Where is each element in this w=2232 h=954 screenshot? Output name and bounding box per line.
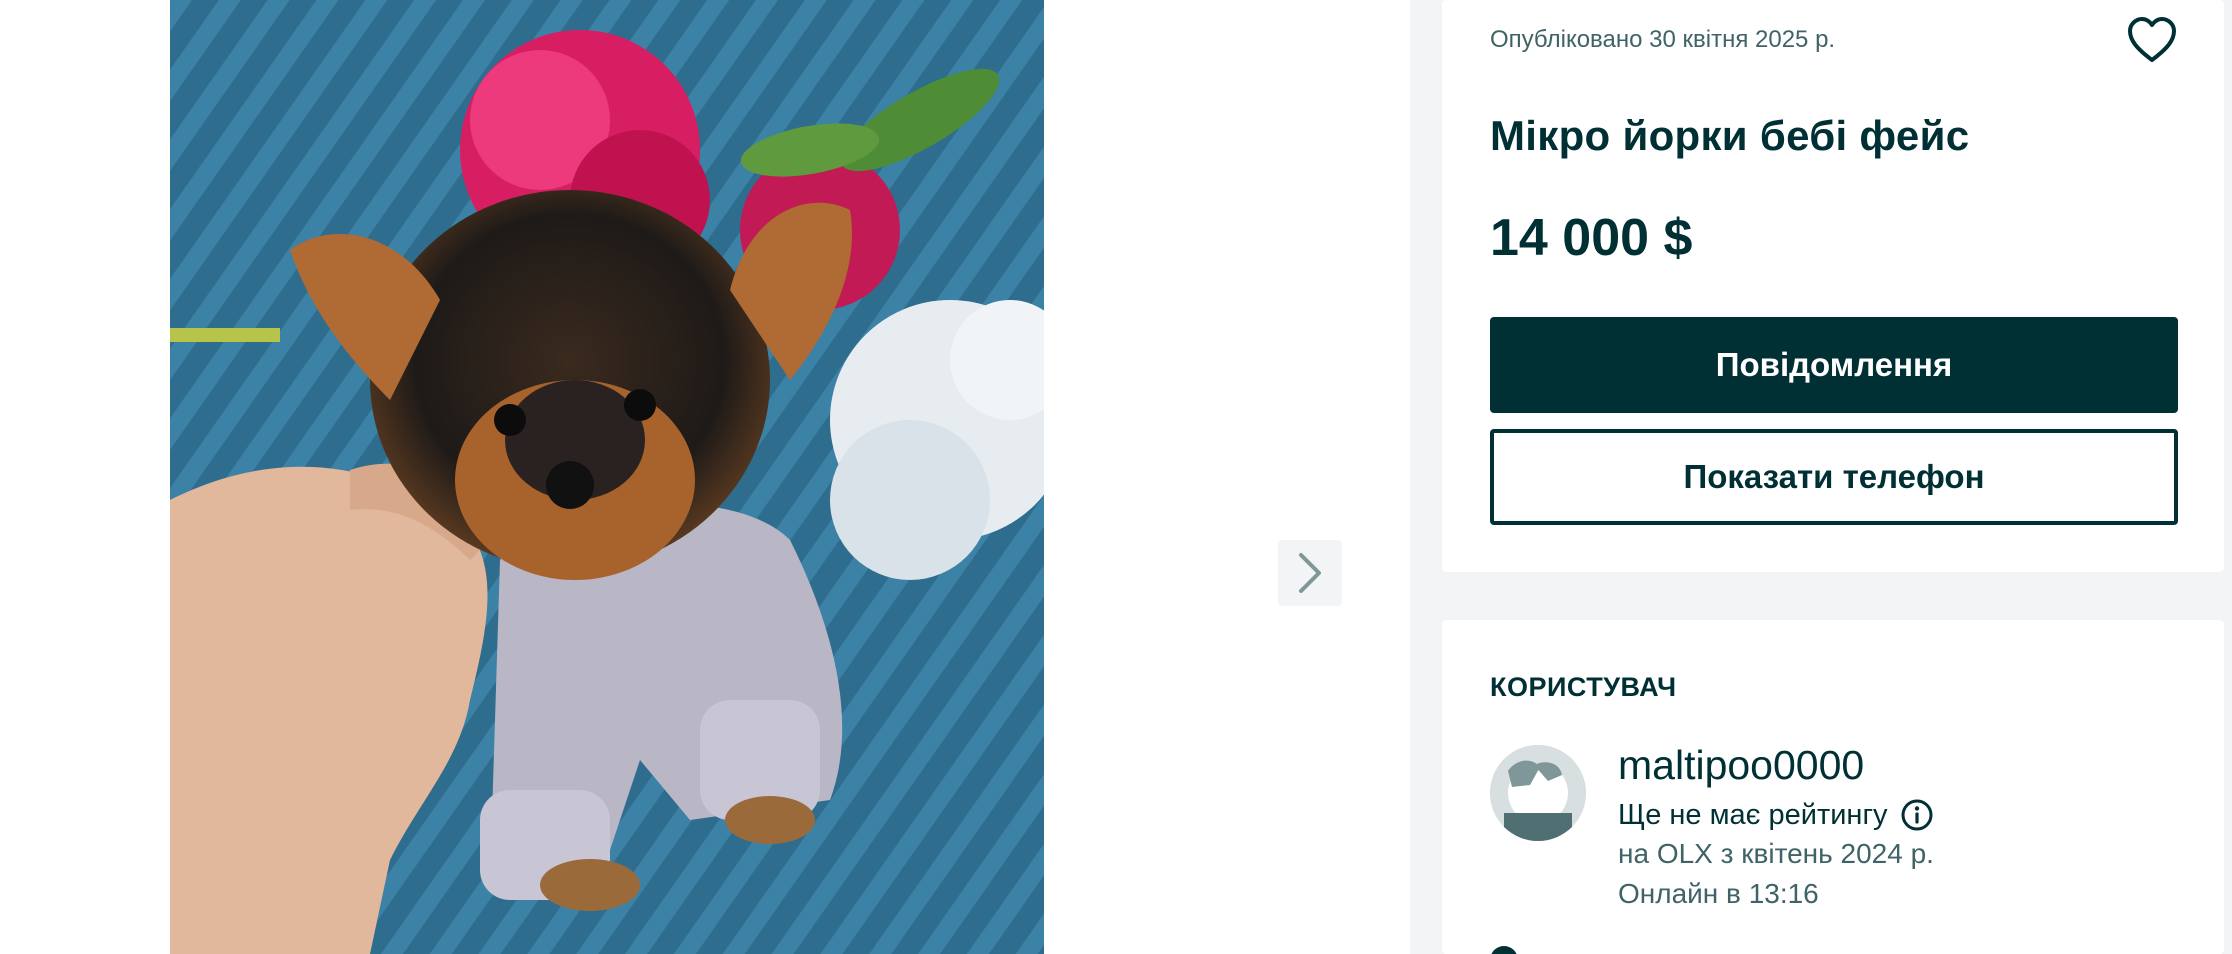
- location-pin-icon: [1490, 946, 1518, 954]
- gallery-next-button[interactable]: [1278, 540, 1342, 606]
- posted-date: Опубліковано 30 квітня 2025 р.: [1490, 26, 1836, 53]
- last-online: Онлайн в 13:16: [1618, 878, 1819, 909]
- show-phone-button[interactable]: Показати телефон: [1490, 429, 2178, 525]
- user-card: КОРИСТУВАЧ maltipoo0000 Ще не має рейтин…: [1442, 620, 2224, 954]
- listing-price: 14 000 $: [1490, 209, 1693, 267]
- rating-text: Ще не має рейтингу: [1618, 798, 1888, 831]
- default-avatar-icon: [1490, 745, 1586, 841]
- listing-photo[interactable]: [170, 0, 1044, 954]
- heart-outline-icon: [2128, 17, 2176, 62]
- photo-gallery: [0, 0, 1410, 954]
- username[interactable]: maltipoo0000: [1618, 742, 1864, 789]
- member-since: на OLX з квітень 2024 р.: [1618, 838, 1934, 869]
- avatar[interactable]: [1490, 745, 1586, 841]
- listing-title: Мікро йорки бебі фейс: [1490, 112, 1970, 159]
- listing-details-card: Опубліковано 30 квітня 2025 р. Мікро йор…: [1442, 0, 2224, 572]
- favorite-button[interactable]: [2126, 16, 2178, 66]
- listing-photo-image: [170, 0, 1044, 954]
- chevron-right-icon: [1299, 553, 1321, 593]
- info-icon[interactable]: [1900, 798, 1934, 832]
- user-rating: Ще не має рейтингу: [1618, 798, 1934, 832]
- message-button[interactable]: Повідомлення: [1490, 317, 2178, 413]
- user-section-heading: КОРИСТУВАЧ: [1490, 672, 1677, 702]
- listing-page: Опубліковано 30 квітня 2025 р. Мікро йор…: [0, 0, 2232, 954]
